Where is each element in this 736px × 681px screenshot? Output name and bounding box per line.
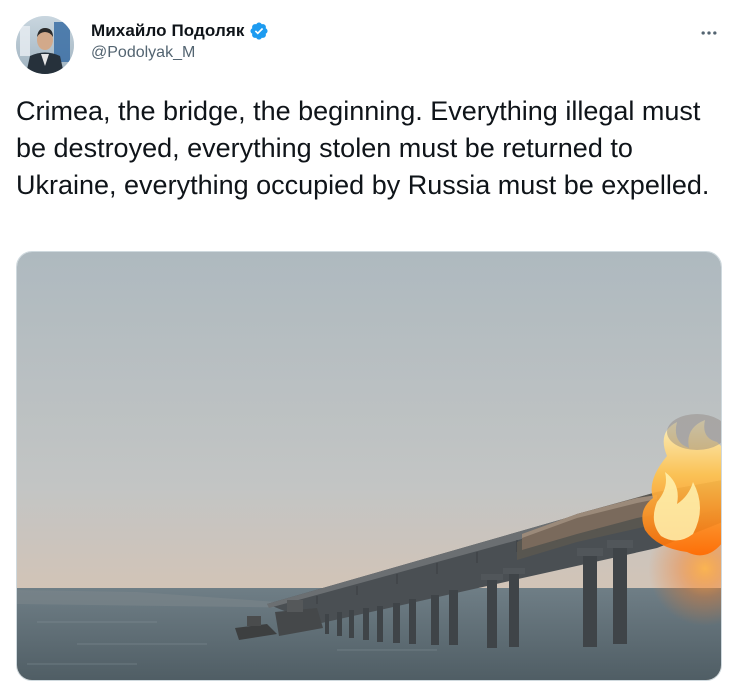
more-options-button[interactable] — [694, 18, 724, 48]
tweet-card[interactable]: Михайло Подоляк @Podolyak_M Crimea, the … — [0, 0, 736, 681]
tweet-text: Crimea, the bridge, the beginning. Every… — [16, 96, 710, 200]
tweet-author: Михайло Подоляк @Podolyak_M — [91, 20, 269, 62]
author-display-name[interactable]: Михайло Подоляк — [91, 21, 245, 41]
author-handle[interactable]: @Podolyak_M — [91, 44, 269, 62]
tweet-media-photo[interactable] — [16, 251, 722, 681]
photo-bridge-fire-image — [17, 252, 721, 680]
author-name-row: Михайло Подоляк — [91, 20, 269, 42]
avatar[interactable] — [16, 16, 74, 74]
verified-badge-icon — [249, 21, 269, 41]
avatar-image — [16, 16, 74, 74]
more-horizontal-icon — [701, 31, 717, 35]
